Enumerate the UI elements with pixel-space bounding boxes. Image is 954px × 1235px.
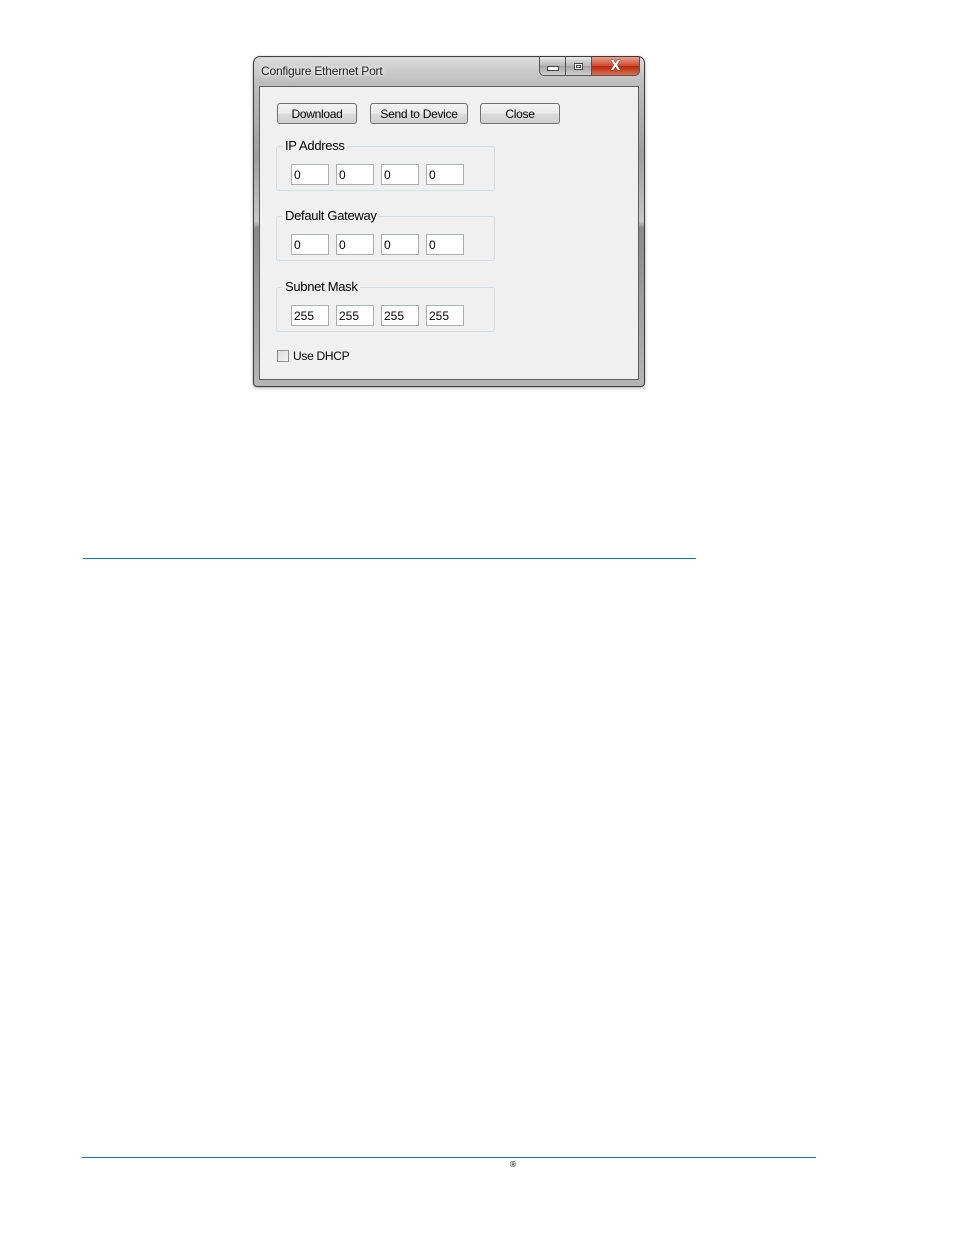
subnet-mask-group: Subnet Mask [276, 279, 495, 332]
gateway-octets [291, 234, 464, 255]
subnet-octet-3[interactable] [381, 305, 419, 326]
gateway-octet-4[interactable] [426, 234, 464, 255]
maximize-button[interactable] [566, 57, 592, 76]
subnet-octet-2[interactable] [336, 305, 374, 326]
send-to-device-button[interactable]: Send to Device [370, 103, 468, 124]
subnet-octets [291, 305, 464, 326]
caption-buttons: X [539, 57, 640, 76]
ip-octet-3[interactable] [381, 164, 419, 185]
configure-ethernet-port-window: Configure Ethernet Port X Download Send … [253, 56, 645, 387]
gateway-octet-2[interactable] [336, 234, 374, 255]
ip-octet-1[interactable] [291, 164, 329, 185]
default-gateway-group: Default Gateway [276, 208, 495, 261]
window-close-button[interactable]: X [592, 57, 640, 76]
footer-divider [82, 1157, 816, 1158]
gateway-octet-1[interactable] [291, 234, 329, 255]
ip-address-label: IP Address [283, 138, 347, 153]
use-dhcp-label: Use DHCP [293, 349, 350, 363]
ip-octet-2[interactable] [336, 164, 374, 185]
ip-address-octets [291, 164, 464, 185]
use-dhcp-row[interactable]: Use DHCP [277, 349, 350, 363]
subnet-octet-1[interactable] [291, 305, 329, 326]
section-divider [83, 558, 696, 559]
maximize-icon [574, 62, 583, 70]
minimize-button[interactable] [539, 57, 566, 76]
ip-octet-4[interactable] [426, 164, 464, 185]
subnet-mask-label: Subnet Mask [283, 279, 360, 294]
use-dhcp-checkbox[interactable] [277, 350, 289, 362]
minimize-icon [546, 66, 559, 71]
close-icon: X [610, 58, 621, 74]
subnet-octet-4[interactable] [426, 305, 464, 326]
registered-mark: ® [509, 1160, 517, 1169]
close-button[interactable]: Close [480, 103, 560, 124]
default-gateway-label: Default Gateway [283, 208, 379, 223]
download-button[interactable]: Download [277, 103, 357, 124]
gateway-octet-3[interactable] [381, 234, 419, 255]
dialog-client-area: Download Send to Device Close IP Address… [259, 86, 639, 380]
ip-address-group: IP Address [276, 138, 495, 191]
window-title: Configure Ethernet Port [261, 64, 383, 78]
